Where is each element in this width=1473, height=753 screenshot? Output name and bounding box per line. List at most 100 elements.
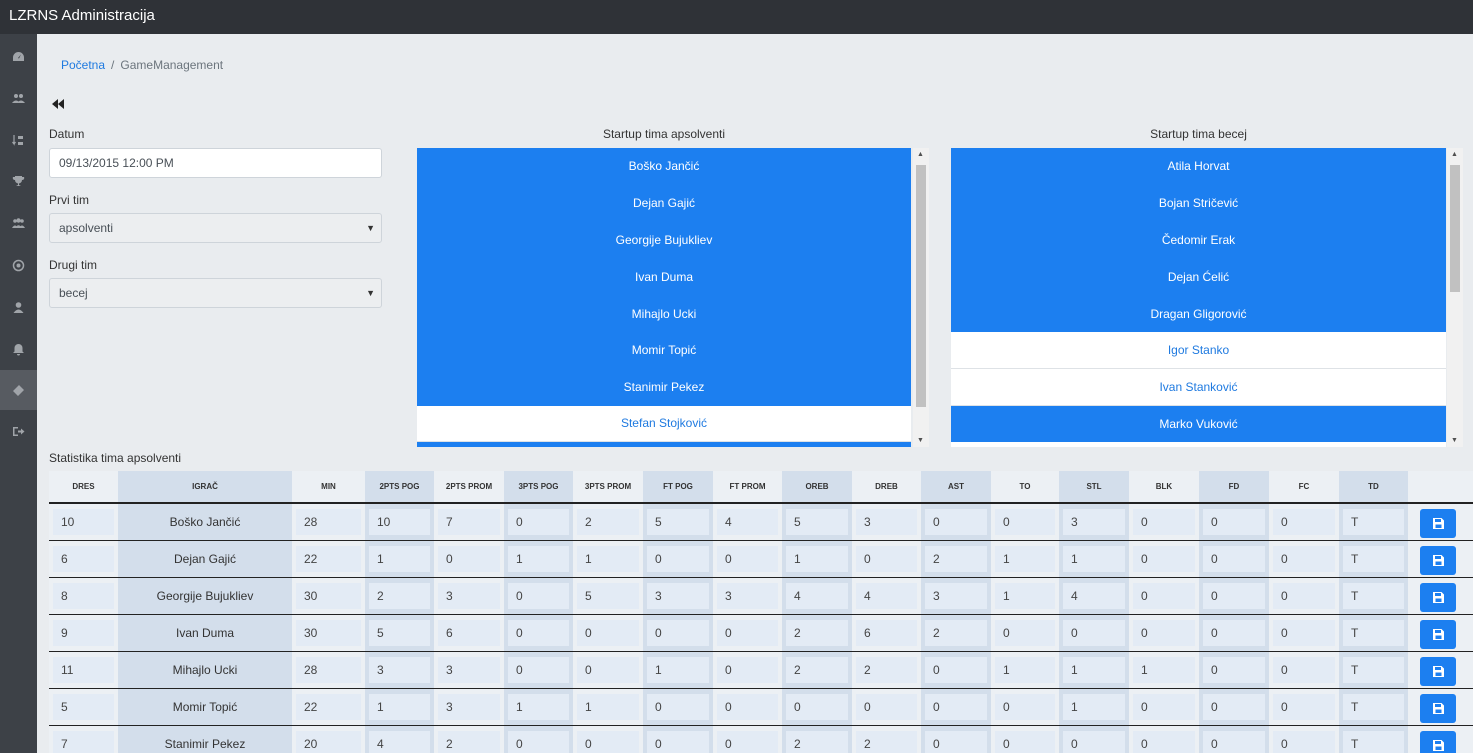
player-option[interactable]: Stefan Stojković bbox=[417, 405, 911, 443]
stat-input[interactable]: 2 bbox=[856, 657, 917, 683]
stat-input[interactable]: 0 bbox=[925, 694, 987, 720]
player-option[interactable]: Stanimir Pekez bbox=[417, 368, 911, 406]
player-option[interactable]: Dragan Gligorović bbox=[951, 295, 1446, 332]
stat-input[interactable]: 1 bbox=[995, 657, 1055, 683]
stat-input[interactable]: 1 bbox=[508, 546, 569, 572]
stat-input[interactable]: 1 bbox=[577, 694, 639, 720]
stat-input[interactable]: 1 bbox=[369, 546, 430, 572]
stat-input[interactable]: 0 bbox=[1063, 620, 1125, 646]
stat-input[interactable]: T bbox=[1343, 657, 1404, 683]
stat-input[interactable]: 0 bbox=[647, 620, 709, 646]
stat-input[interactable]: 1 bbox=[508, 694, 569, 720]
sidebar-item-sort[interactable] bbox=[0, 120, 37, 160]
stat-input[interactable]: T bbox=[1343, 583, 1404, 609]
stat-input[interactable]: 10 bbox=[53, 509, 114, 535]
stat-input[interactable]: 0 bbox=[577, 620, 639, 646]
stat-input[interactable]: 2 bbox=[925, 620, 987, 646]
stat-input[interactable]: 0 bbox=[995, 694, 1055, 720]
stat-input[interactable]: 3 bbox=[647, 583, 709, 609]
scroll-up-icon[interactable]: ▲ bbox=[917, 151, 924, 158]
stat-input[interactable]: 28 bbox=[296, 509, 361, 535]
stat-input[interactable]: 1 bbox=[577, 546, 639, 572]
stat-input[interactable]: 0 bbox=[1203, 694, 1265, 720]
stat-input[interactable]: 1 bbox=[1133, 657, 1195, 683]
stat-input[interactable]: 4 bbox=[369, 731, 430, 753]
sidebar-item-trophy[interactable] bbox=[0, 161, 37, 201]
player-option[interactable]: Igor Stanko bbox=[951, 331, 1446, 369]
stat-input[interactable]: 0 bbox=[925, 731, 987, 753]
player-option[interactable]: Dejan Ćelić bbox=[951, 258, 1446, 296]
stat-input[interactable]: 5 bbox=[647, 509, 709, 535]
player-option[interactable]: Bojan Stričević bbox=[951, 184, 1446, 222]
stat-input[interactable]: 0 bbox=[508, 583, 569, 609]
stat-input[interactable]: 2 bbox=[856, 731, 917, 753]
stat-input[interactable]: 30 bbox=[296, 583, 361, 609]
stat-input[interactable]: 3 bbox=[925, 583, 987, 609]
stat-input[interactable]: 0 bbox=[856, 694, 917, 720]
stat-input[interactable]: 1 bbox=[647, 657, 709, 683]
stat-input[interactable]: 0 bbox=[508, 657, 569, 683]
stat-input[interactable]: 2 bbox=[786, 657, 848, 683]
stat-input[interactable]: 0 bbox=[647, 731, 709, 753]
stat-input[interactable]: 0 bbox=[1273, 546, 1335, 572]
stat-input[interactable]: 3 bbox=[1063, 509, 1125, 535]
save-row-button[interactable] bbox=[1420, 583, 1456, 612]
stat-input[interactable]: 0 bbox=[577, 657, 639, 683]
stat-input[interactable]: 7 bbox=[53, 731, 114, 753]
stat-input[interactable]: 1 bbox=[1063, 694, 1125, 720]
stat-input[interactable]: 0 bbox=[717, 731, 778, 753]
save-row-button[interactable] bbox=[1420, 509, 1456, 538]
stat-input[interactable]: 0 bbox=[1203, 583, 1265, 609]
stat-input[interactable]: T bbox=[1343, 620, 1404, 646]
player-option[interactable]: Atila Horvat bbox=[951, 148, 1446, 185]
stat-input[interactable]: 30 bbox=[296, 620, 361, 646]
stat-input[interactable]: 3 bbox=[438, 657, 500, 683]
scroll-down-icon[interactable]: ▼ bbox=[917, 437, 924, 444]
stat-input[interactable]: 0 bbox=[1133, 583, 1195, 609]
sidebar-item-sign-out[interactable] bbox=[0, 411, 37, 451]
stat-input[interactable]: T bbox=[1343, 546, 1404, 572]
startup-b-listbox[interactable]: Atila Horvat Bojan Stričević Čedomir Erak D… bbox=[951, 148, 1446, 447]
stat-input[interactable]: 0 bbox=[1273, 620, 1335, 646]
stat-input[interactable]: 2 bbox=[925, 546, 987, 572]
stat-input[interactable]: 0 bbox=[1203, 731, 1265, 753]
scroll-thumb[interactable] bbox=[916, 165, 926, 407]
stat-input[interactable]: 4 bbox=[717, 509, 778, 535]
stat-input[interactable]: 6 bbox=[856, 620, 917, 646]
stat-input[interactable]: 0 bbox=[1273, 657, 1335, 683]
scroll-thumb[interactable] bbox=[1450, 165, 1460, 292]
stat-input[interactable]: 0 bbox=[1133, 731, 1195, 753]
player-option[interactable]: Georgije Bujukliev bbox=[417, 221, 911, 259]
stat-input[interactable]: 0 bbox=[508, 620, 569, 646]
stat-input[interactable]: 5 bbox=[369, 620, 430, 646]
sidebar-item-user[interactable] bbox=[0, 287, 37, 327]
stat-input[interactable]: 0 bbox=[717, 657, 778, 683]
stat-input[interactable]: 0 bbox=[995, 509, 1055, 535]
stat-input[interactable]: 2 bbox=[577, 509, 639, 535]
stat-input[interactable]: 0 bbox=[1203, 546, 1265, 572]
stat-input[interactable]: 4 bbox=[786, 583, 848, 609]
stat-input[interactable]: 0 bbox=[1133, 509, 1195, 535]
stat-input[interactable]: 4 bbox=[856, 583, 917, 609]
sidebar-item-dot-circle[interactable] bbox=[0, 245, 37, 285]
scroll-up-icon[interactable]: ▲ bbox=[1451, 151, 1458, 158]
stat-input[interactable]: 0 bbox=[717, 620, 778, 646]
back-icon[interactable] bbox=[51, 97, 65, 111]
sidebar-item-dashboard[interactable] bbox=[0, 37, 37, 77]
stat-input[interactable]: 0 bbox=[717, 546, 778, 572]
player-option[interactable]: Dejan Gajić bbox=[417, 184, 911, 222]
stat-input[interactable]: 0 bbox=[1273, 731, 1335, 753]
stat-input[interactable]: 3 bbox=[717, 583, 778, 609]
player-option[interactable]: Čedomir Erak bbox=[951, 221, 1446, 259]
stat-input[interactable]: 0 bbox=[1133, 546, 1195, 572]
stat-input[interactable]: 6 bbox=[438, 620, 500, 646]
stat-input[interactable]: 3 bbox=[438, 694, 500, 720]
stat-input[interactable]: 2 bbox=[369, 583, 430, 609]
stat-input[interactable]: 0 bbox=[786, 694, 848, 720]
sidebar-item-ticket[interactable] bbox=[0, 370, 37, 410]
stat-input[interactable]: T bbox=[1343, 509, 1404, 535]
stat-input[interactable]: 0 bbox=[1133, 694, 1195, 720]
stat-input[interactable]: 0 bbox=[1273, 509, 1335, 535]
scroll-down-icon[interactable]: ▼ bbox=[1451, 437, 1458, 444]
save-row-button[interactable] bbox=[1420, 546, 1456, 575]
